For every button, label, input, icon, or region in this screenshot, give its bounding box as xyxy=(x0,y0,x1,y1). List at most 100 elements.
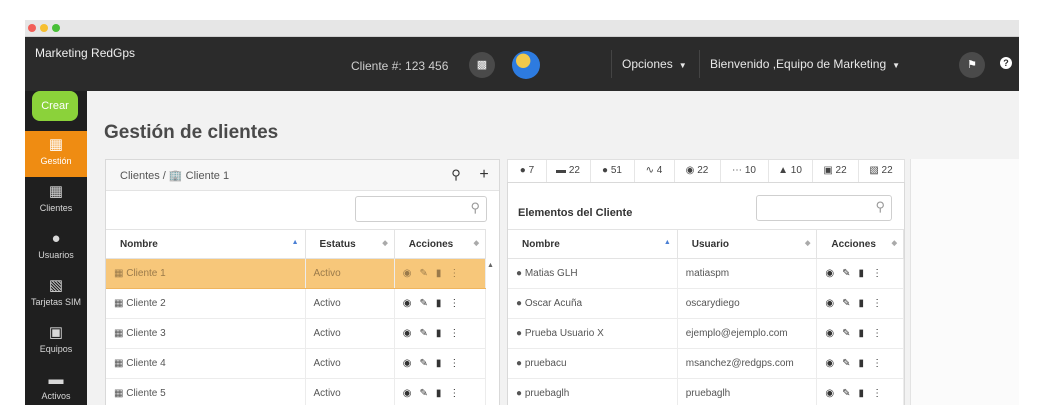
sidebar-item-clientes[interactable]: ▦ Clientes xyxy=(25,178,87,224)
more-icon[interactable]: ⋮ xyxy=(449,298,459,309)
pin-icon: ● xyxy=(602,165,609,176)
edit-icon[interactable]: ✎ xyxy=(419,268,427,279)
tab-users[interactable]: ● 7 xyxy=(508,160,547,184)
globe-icon[interactable] xyxy=(512,51,540,79)
search-icon[interactable]: ⚲ xyxy=(446,165,466,185)
sidebar-item-usuarios[interactable]: ● Usuarios xyxy=(25,225,87,271)
view-icon[interactable]: ◉ xyxy=(403,388,412,399)
add-icon[interactable]: + xyxy=(474,165,494,185)
view-icon[interactable]: ◉ xyxy=(403,268,412,279)
delete-icon[interactable]: ▮ xyxy=(859,388,865,399)
chat-icon[interactable]: ▩ xyxy=(469,52,495,78)
more-icon[interactable]: ⋮ xyxy=(872,268,882,279)
minimize-window-button[interactable] xyxy=(40,24,48,32)
table-row[interactable]: ● pruebaglh pruebaglh ◉ ✎ ▮ ⋮ xyxy=(508,378,904,405)
view-icon[interactable]: ◉ xyxy=(825,328,834,339)
more-icon[interactable]: ⋮ xyxy=(449,388,459,399)
breadcrumb[interactable]: Clientes / 🏢 Cliente 1 xyxy=(120,169,229,182)
edit-icon[interactable]: ✎ xyxy=(419,298,427,309)
edit-icon[interactable]: ✎ xyxy=(842,268,850,279)
delete-icon[interactable]: ▮ xyxy=(436,298,442,309)
clients-search-input[interactable]: ⚲ xyxy=(355,196,487,222)
edit-icon[interactable]: ✎ xyxy=(842,328,850,339)
more-icon[interactable]: ⋮ xyxy=(872,388,882,399)
delete-icon[interactable]: ▮ xyxy=(859,268,865,279)
maximize-window-button[interactable] xyxy=(52,24,60,32)
more-icon[interactable]: ⋮ xyxy=(872,358,882,369)
edit-icon[interactable]: ✎ xyxy=(842,358,850,369)
delete-icon[interactable]: ▮ xyxy=(859,358,865,369)
edit-icon[interactable]: ✎ xyxy=(419,328,427,339)
sidebar-item-gestion[interactable]: ▦ Gestión xyxy=(25,131,87,177)
view-icon[interactable]: ◉ xyxy=(825,388,834,399)
view-icon[interactable]: ◉ xyxy=(403,358,412,369)
scroll-up-icon[interactable]: ▲ xyxy=(487,262,494,269)
more-icon[interactable]: ⋮ xyxy=(872,328,882,339)
close-window-button[interactable] xyxy=(28,24,36,32)
table-header-row: Nombre ▲ Estatus ◆ Acciones ◆ xyxy=(106,229,487,259)
user-name-cell: ● Prueba Usuario X xyxy=(508,318,678,349)
sidebar-item-activos[interactable]: ▬ Activos xyxy=(25,366,87,405)
actions-cell: ◉ ✎ ▮ ⋮ xyxy=(816,318,904,349)
table-row[interactable]: ● Oscar Acuña oscarydiego ◉ ✎ ▮ ⋮ xyxy=(508,288,904,319)
tab-points[interactable]: ● 51 xyxy=(590,160,635,182)
table-row[interactable]: ● Prueba Usuario X ejemplo@ejemplo.com ◉… xyxy=(508,318,904,349)
view-icon[interactable]: ◉ xyxy=(825,298,834,309)
view-icon[interactable]: ◉ xyxy=(403,298,412,309)
sort-icon: ◆ xyxy=(805,240,811,247)
caret-down-icon: ▼ xyxy=(892,61,901,70)
table-row[interactable]: ▦ Cliente 2 Activo ◉ ✎ ▮ ⋮ xyxy=(106,288,487,319)
tab-alerts[interactable]: ▲ 10 xyxy=(768,160,813,182)
column-header-nombre[interactable]: Nombre ▲ xyxy=(508,229,678,259)
table-row[interactable]: ▦ Cliente 3 Activo ◉ ✎ ▮ ⋮ xyxy=(106,318,487,349)
table-row[interactable]: ▦ Cliente 4 Activo ◉ ✎ ▮ ⋮ xyxy=(106,348,487,379)
delete-icon[interactable]: ▮ xyxy=(859,328,865,339)
table-row[interactable]: ▦ Cliente 1 Activo ◉ ✎ ▮ ⋮ xyxy=(106,258,487,289)
edit-icon[interactable]: ✎ xyxy=(842,388,850,399)
client-status-cell: Activo xyxy=(305,348,395,379)
create-button[interactable]: Crear xyxy=(32,91,78,121)
column-header-acciones[interactable]: Acciones ◆ xyxy=(394,229,487,259)
edit-icon[interactable]: ✎ xyxy=(419,358,427,369)
column-header-usuario[interactable]: Usuario ◆ xyxy=(677,229,818,259)
actions-cell: ◉ ✎ ▮ ⋮ xyxy=(394,288,487,319)
table-row[interactable]: ● pruebacu msanchez@redgps.com ◉ ✎ ▮ ⋮ xyxy=(508,348,904,379)
more-icon[interactable]: ⋮ xyxy=(449,358,459,369)
sidebar-item-label: Usuarios xyxy=(38,250,74,260)
delete-icon[interactable]: ▮ xyxy=(436,268,442,279)
opciones-menu[interactable]: Opciones ▼ xyxy=(611,50,697,78)
tab-gauges[interactable]: ◉ 22 xyxy=(674,160,721,182)
delete-icon[interactable]: ▮ xyxy=(436,328,442,339)
delete-icon[interactable]: ▮ xyxy=(436,358,442,369)
sidebar-item-tarjetas-sim[interactable]: ▧ Tarjetas SIM xyxy=(25,272,87,318)
tab-routes[interactable]: ∿ 4 xyxy=(634,160,675,182)
user-menu[interactable]: Bienvenido ,Equipo de Marketing ▼ xyxy=(699,50,910,78)
sidebar-item-equipos[interactable]: ▣ Equipos xyxy=(25,319,87,365)
tab-screens[interactable]: ▣ 22 xyxy=(812,160,859,182)
tab-docs[interactable]: ▧ 22 xyxy=(858,160,904,182)
tab-count: 22 xyxy=(568,165,580,176)
edit-icon[interactable]: ✎ xyxy=(842,298,850,309)
table-row[interactable]: ● Matias GLH matiaspm ◉ ✎ ▮ ⋮ xyxy=(508,258,904,289)
help-icon[interactable]: ? xyxy=(1000,57,1012,69)
more-icon[interactable]: ⋮ xyxy=(872,298,882,309)
tab-dots[interactable]: ⋯ 10 xyxy=(720,160,769,182)
more-icon[interactable]: ⋮ xyxy=(449,328,459,339)
table-row[interactable]: ▦ Cliente 5 Activo ◉ ✎ ▮ ⋮ xyxy=(106,378,487,405)
view-icon[interactable]: ◉ xyxy=(825,268,834,279)
column-header-acciones[interactable]: Acciones ◆ xyxy=(816,229,904,259)
more-icon[interactable]: ⋮ xyxy=(449,268,459,279)
view-icon[interactable]: ◉ xyxy=(403,328,412,339)
tab-vehicles[interactable]: ▬ 22 xyxy=(546,160,591,182)
delete-icon[interactable]: ▮ xyxy=(859,298,865,309)
view-icon[interactable]: ◉ xyxy=(825,358,834,369)
column-header-nombre[interactable]: Nombre ▲ xyxy=(106,229,306,259)
elements-search-input[interactable]: ⚲ xyxy=(756,195,892,221)
brand-title[interactable]: Marketing RedGps xyxy=(35,46,135,60)
column-label: Nombre xyxy=(120,238,158,250)
column-header-estatus[interactable]: Estatus ◆ xyxy=(305,229,395,259)
delete-icon[interactable]: ▮ xyxy=(436,388,442,399)
sort-icon: ◆ xyxy=(382,240,388,247)
bell-icon[interactable]: ⚑ xyxy=(959,52,985,78)
edit-icon[interactable]: ✎ xyxy=(419,388,427,399)
